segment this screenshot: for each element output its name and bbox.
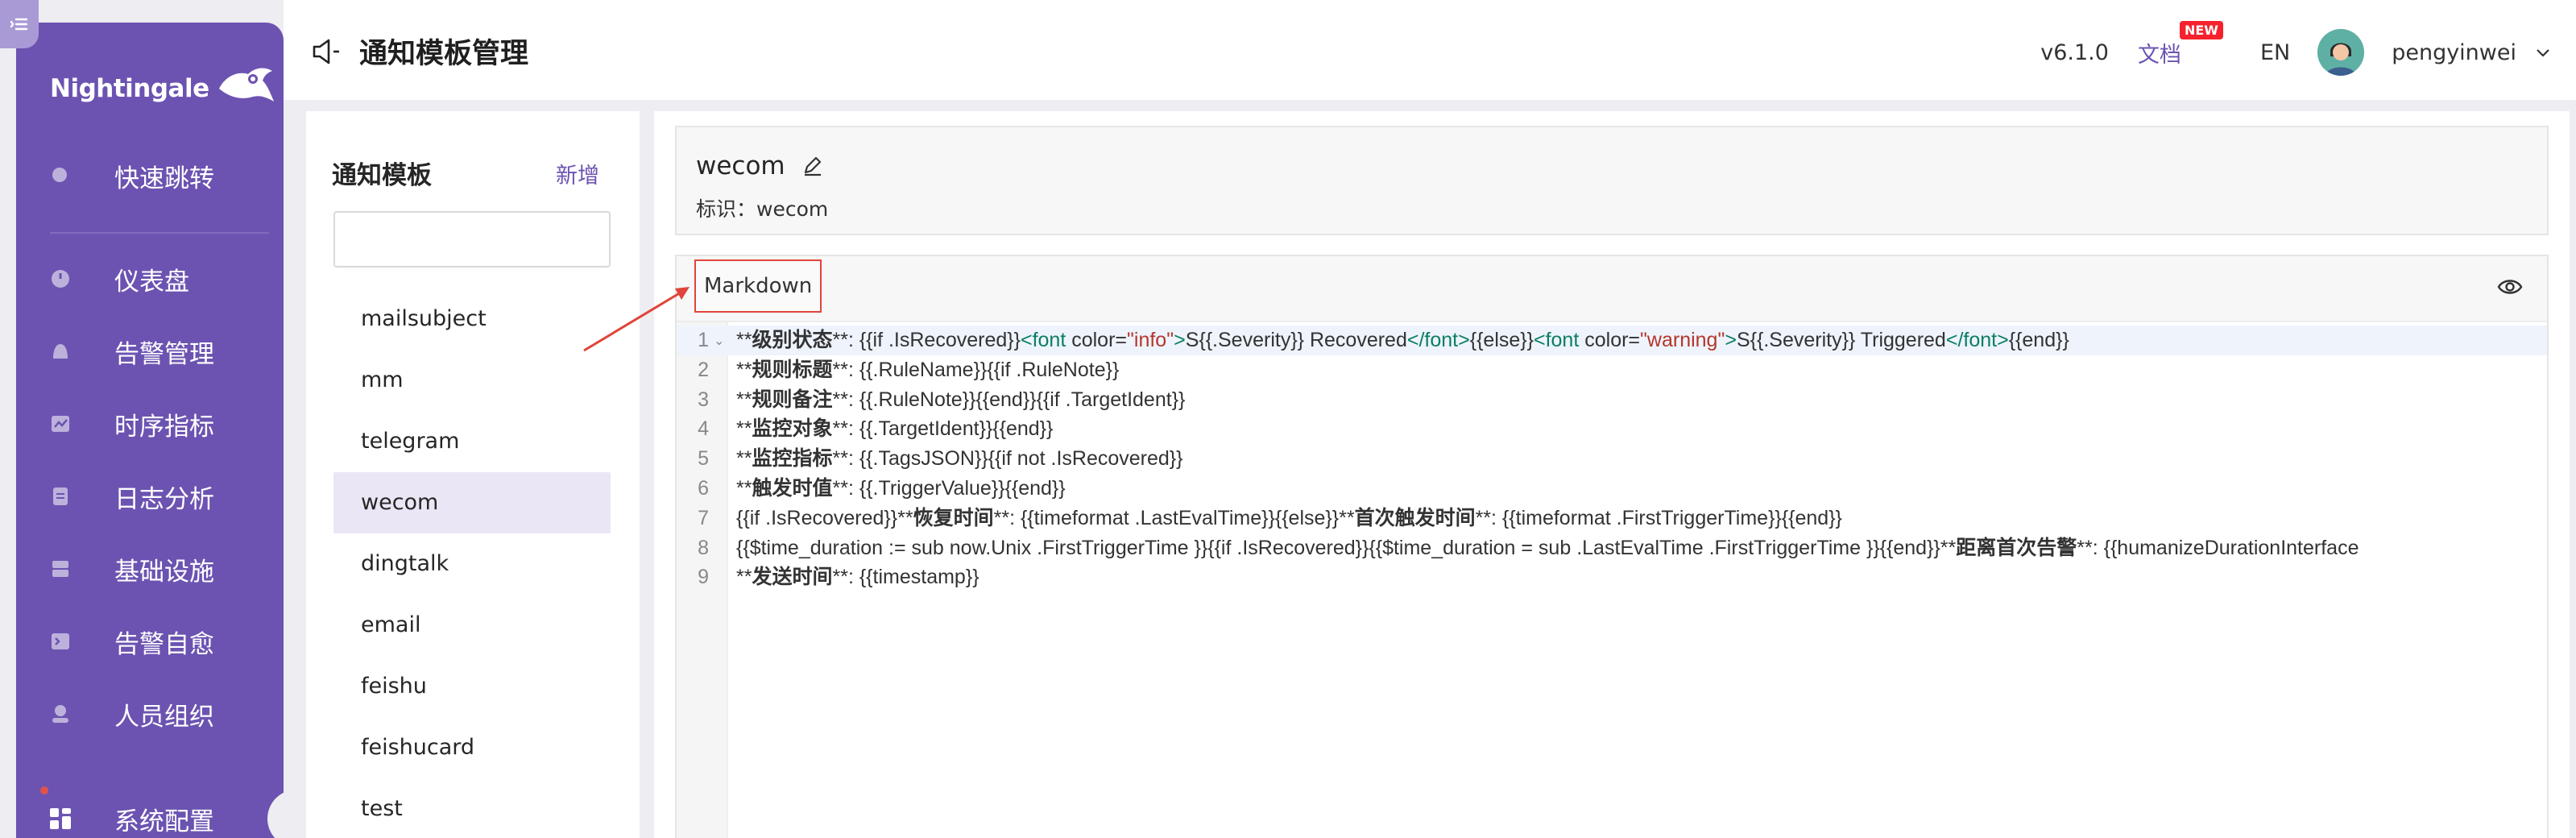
add-template-button[interactable]: 新增: [556, 158, 599, 189]
logo-text: Nightingale: [50, 74, 209, 103]
nightingale-bird-icon: [218, 68, 274, 102]
code-text: **监控指标**: {{.TagsJSON}}{{if not .IsRecov…: [736, 447, 1183, 471]
dashboard-icon: [48, 267, 72, 291]
code-line: 9 **发送时间**: {{timestamp}}: [677, 562, 2547, 592]
sidebar-item-log-analysis[interactable]: 日志分析: [16, 467, 284, 525]
template-item-test[interactable]: test: [333, 778, 611, 838]
sidebar-item-quick-jump[interactable]: 快速跳转: [16, 147, 284, 205]
language-switch[interactable]: EN: [2260, 40, 2290, 65]
code-line: 7 {{if .IsRecovered}}**恢复时间**: {{timeform…: [677, 504, 2547, 533]
server-icon: [48, 557, 72, 581]
sidebar-item-system-config[interactable]: 系统配置: [16, 790, 284, 838]
line-number: 9: [698, 566, 709, 589]
grid-icon: [48, 807, 72, 831]
menu-toggle-button[interactable]: [0, 0, 39, 48]
sidebar-item-label: 告警管理: [114, 339, 214, 369]
template-ident: 标识：wecom: [696, 193, 828, 222]
code-line: 4 **监控对象**: {{.TargetIdent}}{{end}}: [677, 414, 2547, 444]
code-text: **触发时值**: {{.TriggerValue}}{{end}}: [736, 476, 1066, 500]
template-item-email[interactable]: email: [333, 595, 611, 656]
page-title-area: 通知模板管理: [311, 31, 528, 72]
line-number: 4: [698, 417, 709, 441]
docs-label: 文档: [2137, 42, 2181, 68]
template-detail-panel: wecom 标识：wecom Markdown 1 ⌄ **级别状态**: {{if…: [654, 111, 2570, 838]
page-title: 通知模板管理: [359, 38, 529, 70]
template-name-row: wecom: [696, 151, 824, 180]
logo[interactable]: Nightingale: [50, 68, 275, 108]
template-list-title: 通知模板: [332, 161, 432, 190]
sidebar-item-dashboard[interactable]: 仪表盘: [16, 250, 284, 308]
editor-toolbar: Markdown: [677, 256, 2547, 322]
template-info: wecom 标识：wecom: [675, 126, 2549, 235]
template-item-dingtalk[interactable]: dingtalk: [333, 533, 611, 595]
sidebar-item-self-healing[interactable]: 告警自愈: [16, 612, 284, 670]
ident-value: wecom: [756, 197, 829, 221]
line-number: 7: [698, 506, 709, 529]
alarm-icon: [48, 339, 72, 363]
speaker-icon: [313, 39, 339, 64]
code-line: 1 ⌄ **级别状态**: {{if .IsRecovered}}<font col…: [677, 326, 2547, 355]
code-line: 5 **监控指标**: {{.TagsJSON}}{{if not .IsReco…: [677, 444, 2547, 474]
edit-icon[interactable]: [801, 155, 824, 177]
sidebar-item-label: 日志分析: [114, 484, 214, 514]
sidebar-divider: [50, 232, 269, 234]
document-icon: [48, 484, 72, 508]
sidebar-item-people-org[interactable]: 人员组织: [16, 685, 284, 743]
terminal-icon: [48, 629, 72, 653]
sidebar-item-metrics[interactable]: 时序指标: [16, 395, 284, 453]
new-badge: NEW: [2179, 20, 2223, 39]
template-name: wecom: [696, 151, 785, 180]
line-number: 6: [698, 476, 709, 500]
template-item-feishucard[interactable]: feishucard: [333, 717, 611, 778]
template-list: mailsubject mm telegram wecom dingtalk e…: [333, 288, 611, 838]
sidebar-item-label: 快速跳转: [114, 164, 214, 193]
template-item-feishu[interactable]: feishu: [333, 656, 611, 717]
template-search[interactable]: [333, 211, 634, 268]
sidebar-item-label: 告警自愈: [114, 629, 214, 659]
sidebar-item-label: 基础设施: [114, 557, 214, 587]
avatar[interactable]: [2317, 29, 2365, 76]
search-icon: [48, 164, 72, 188]
search-input[interactable]: [364, 213, 634, 266]
template-item-wecom[interactable]: wecom: [333, 472, 611, 533]
line-number: 5: [698, 447, 709, 471]
sidebar-item-label: 人员组织: [114, 702, 214, 732]
code-line: 2 **规则标题**: {{.RuleName}}{{if .RuleNote}}: [677, 355, 2547, 385]
line-number: 8: [698, 536, 709, 559]
code-text: {{$time_duration := sub now.Unix .FirstT…: [736, 536, 2359, 559]
chart-line-icon: [48, 412, 72, 436]
code-line: 3 **规则备注**: {{.RuleNote}}{{end}}{{if .Tar…: [677, 385, 2547, 415]
template-item-telegram[interactable]: telegram: [333, 411, 611, 472]
sidebar-item-label: 系统配置: [114, 807, 214, 836]
menu-fold-icon: [10, 18, 28, 31]
sidebar-item-label: 仪表盘: [114, 267, 189, 297]
code-text: **规则标题**: {{.RuleName}}{{if .RuleNote}}: [736, 358, 1120, 381]
sidebar-item-infrastructure[interactable]: 基础设施: [16, 540, 284, 598]
chevron-down-icon[interactable]: [2534, 44, 2552, 61]
template-editor: Markdown 1 ⌄ **级别状态**: {{if .IsRecovered}}…: [675, 255, 2549, 838]
code-text: **发送时间**: {{timestamp}}: [736, 566, 979, 589]
code-line: 8 {{$time_duration := sub now.Unix .First…: [677, 533, 2547, 563]
code-text: {{if .IsRecovered}}**恢复时间**: {{timeforma…: [736, 506, 1842, 529]
username[interactable]: pengyinwei: [2392, 40, 2516, 65]
eye-icon[interactable]: [2497, 274, 2523, 300]
top-header: 通知模板管理 v6.1.0 文档 NEW EN pengyinwei: [284, 0, 2576, 100]
version-label: v6.1.0: [2040, 39, 2109, 65]
sidebar-item-label: 时序指标: [114, 412, 214, 442]
code-text: **规则备注**: {{.RuleNote}}{{end}}{{if .Targ…: [736, 388, 1186, 411]
user-icon: [48, 702, 72, 726]
code-text: **监控对象**: {{.TargetIdent}}{{end}}: [736, 417, 1054, 441]
code-text: **级别状态**: {{if .IsRecovered}}<font color…: [736, 329, 2069, 351]
sidebar: Nightingale 快速跳转 仪表盘 告警管理 时序指标 日志分析 基础设施…: [16, 23, 300, 838]
docs-link[interactable]: 文档 NEW: [2137, 20, 2223, 68]
user-avatar-icon: [2317, 29, 2365, 76]
template-list-panel: 通知模板 新增 mailsubject mm telegram wecom di…: [306, 111, 640, 838]
annotation-arrow-icon: [583, 287, 690, 352]
sidebar-item-alarm-management[interactable]: 告警管理: [16, 322, 284, 380]
code-line: 6 **触发时值**: {{.TriggerValue}}{{end}}: [677, 474, 2547, 504]
header-actions: v6.1.0 文档 NEW EN pengyinwei: [2040, 20, 2552, 76]
ident-label: 标识：: [696, 197, 757, 221]
line-number: 3: [698, 388, 709, 411]
code-area[interactable]: 1 ⌄ **级别状态**: {{if .IsRecovered}}<font col…: [677, 326, 2547, 592]
